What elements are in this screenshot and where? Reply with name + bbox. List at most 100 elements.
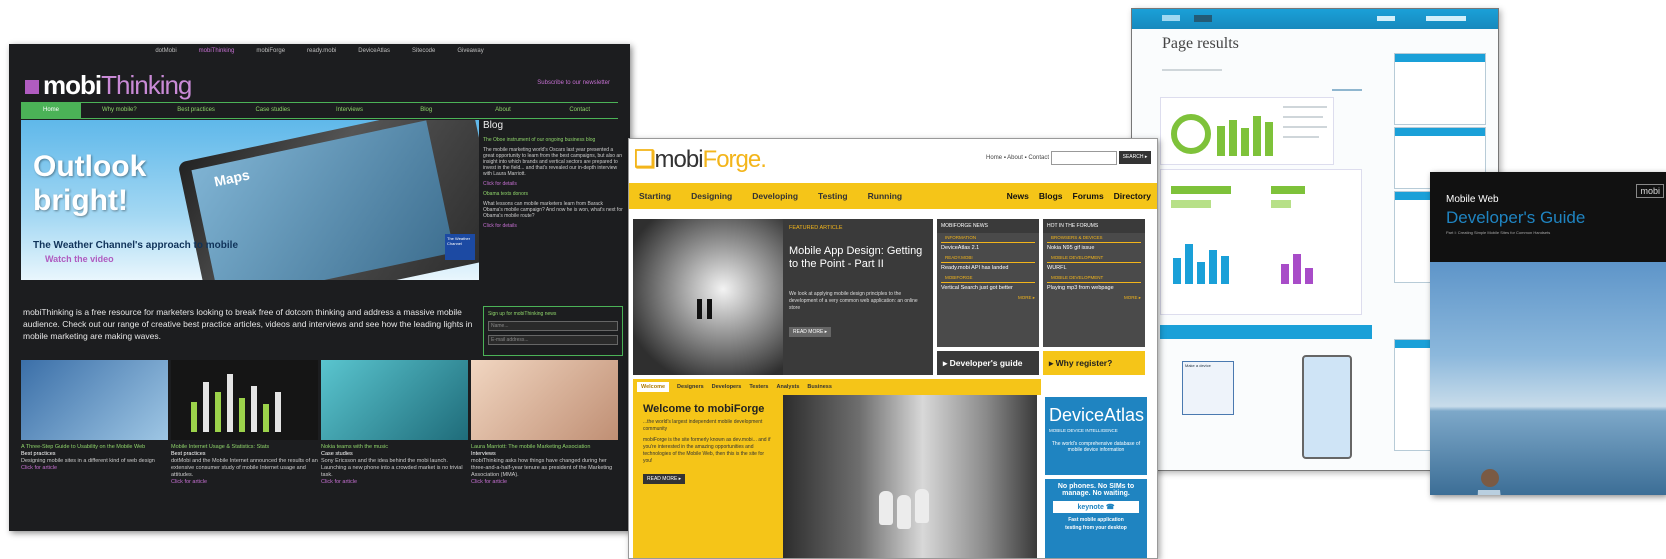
sidebar-box — [1394, 53, 1486, 125]
nav-best-practices[interactable]: Best practices — [158, 103, 235, 118]
welcome-read-more[interactable]: READ MORE ▸ — [643, 474, 686, 484]
tab-testers[interactable]: Testers — [749, 384, 768, 390]
tab-welcome[interactable]: Welcome — [637, 382, 670, 392]
nav-designing[interactable]: Designing — [691, 191, 732, 201]
hero-banner[interactable]: Maps Outlook bright! The Weather Channel… — [21, 120, 479, 280]
watch-video-link[interactable]: Watch the video — [45, 254, 114, 264]
feature-more-link[interactable]: Click for article — [21, 465, 168, 472]
subscribe-link[interactable]: Subscribe to our newsletter — [537, 80, 610, 86]
top-nav-item[interactable]: mobiThinking — [199, 48, 235, 58]
top-nav-item[interactable]: ready.mobi — [307, 48, 336, 58]
keynote-ad[interactable]: No phones. No SIMs to manage. No waiting… — [1045, 479, 1147, 558]
news-more-link[interactable]: MORE ▸ — [937, 293, 1039, 303]
device-table: Make a device — [1182, 361, 1234, 415]
top-nav-item[interactable]: Giveaway — [457, 48, 483, 58]
cover-subtitle: Mobile Web — [1446, 194, 1499, 205]
search-input[interactable] — [1051, 151, 1117, 165]
news-header: MOBIFORGE NEWS — [937, 219, 1039, 233]
feature-more-link[interactable]: Click for article — [171, 479, 318, 486]
feature-text: dotMobi and the Mobile Internet announce… — [171, 458, 318, 478]
forum-item[interactable]: Nokia N95 gif issue — [1043, 243, 1145, 253]
blog-item-link[interactable]: Obama texts donors — [483, 191, 623, 197]
deviceatlas-ad[interactable]: DeviceAtlas MOBILE DEVICE INTELLIGENCE T… — [1045, 397, 1147, 475]
search-button[interactable]: SEARCH ▸ — [1119, 151, 1151, 164]
feature-heading[interactable]: Laura Marriott: The mobile Marketing Ass… — [471, 444, 618, 451]
score-ring-icon — [1171, 114, 1211, 154]
feature-heading[interactable]: Nokia teams with the music — [321, 444, 468, 451]
featured-title[interactable]: Mobile App Design: Getting to the Point … — [789, 245, 925, 271]
top-nav-item[interactable]: Sitecode — [412, 48, 435, 58]
mobi-logo: mobi — [1636, 184, 1664, 198]
welcome-tagline: ...the world's largest independent mobil… — [643, 419, 763, 432]
top-nav: dotMobi mobiThinking mobiForge ready.mob… — [9, 44, 630, 58]
welcome-panel: Welcome to mobiForge ...the world's larg… — [633, 395, 783, 558]
nav-forums[interactable]: Forums — [1073, 191, 1104, 201]
mobiforge-nav: Starting Designing Developing Testing Ru… — [629, 183, 1157, 209]
forum-item[interactable]: Playing mp3 from webpage — [1043, 283, 1145, 293]
email-field[interactable]: E-mail address... — [488, 335, 618, 345]
mobithinking-screenshot: dotMobi mobiThinking mobiForge ready.mob… — [9, 44, 630, 531]
utility-links[interactable]: Home ▪ About ▪ Contact — [986, 155, 1049, 161]
nav-blog[interactable]: Blog — [388, 103, 465, 118]
audience-tabs: Welcome Designers Developers Testers Ana… — [633, 379, 1041, 395]
feature-thumb-nokia[interactable] — [321, 360, 468, 440]
top-nav-item[interactable]: dotMobi — [155, 48, 176, 58]
nav-directory[interactable]: Directory — [1114, 191, 1151, 201]
deviceatlas-logo: DeviceAtlas — [1049, 405, 1145, 425]
forum-item[interactable]: WURFL — [1043, 263, 1145, 273]
top-nav-item[interactable]: DeviceAtlas — [358, 48, 390, 58]
nav-developing[interactable]: Developing — [752, 191, 798, 201]
news-category: READY.MOBI — [941, 253, 1035, 263]
featured-article[interactable]: FEATURED ARTICLE Mobile App Design: Gett… — [633, 219, 933, 375]
nav-why-mobile[interactable]: Why mobile? — [81, 103, 158, 118]
signup-title: Sign up for mobiThinking news — [488, 311, 557, 317]
feature-caption: Laura Marriott: The mobile Marketing Ass… — [471, 444, 618, 486]
cover-title: Developer's Guide — [1446, 208, 1586, 227]
developers-guide-button[interactable]: ▸ Developer's guide — [937, 351, 1039, 375]
nav-contact[interactable]: Contact — [541, 103, 618, 118]
blog-item-more[interactable]: Click for details — [483, 181, 623, 187]
nav-running[interactable]: Running — [868, 191, 902, 201]
nav-testing[interactable]: Testing — [818, 191, 848, 201]
feature-type: Case studies — [321, 451, 353, 457]
featured-read-more[interactable]: READ MORE ▸ — [789, 327, 832, 337]
tunnel-photo — [633, 219, 783, 375]
blog-item-link[interactable]: The Oboe instrument of our ongoing busin… — [483, 137, 623, 143]
mobiforge-logo[interactable]: ❑mobiForge. — [634, 145, 767, 174]
mobithinking-logo[interactable]: mobiThinking — [25, 70, 192, 101]
featured-label: FEATURED ARTICLE — [789, 225, 843, 231]
feature-heading[interactable]: A Three-Step Guide to Usability on the M… — [21, 444, 168, 451]
news-item[interactable]: Ready.mobi API has landed — [937, 263, 1039, 273]
nav-interviews[interactable]: Interviews — [311, 103, 388, 118]
tab-business[interactable]: Business — [807, 384, 831, 390]
nav-home[interactable]: Home — [21, 103, 81, 118]
welcome-title: Welcome to mobiForge — [643, 403, 765, 415]
nav-news[interactable]: News — [1007, 191, 1029, 201]
header-link[interactable] — [1426, 16, 1466, 21]
blog-item-more[interactable]: Click for details — [483, 223, 623, 229]
tab-developers[interactable]: Developers — [712, 384, 742, 390]
feature-thumb-interview[interactable] — [471, 360, 618, 440]
news-item[interactable]: Vertical Search just got better — [937, 283, 1039, 293]
nav-starting[interactable]: Starting — [639, 191, 671, 201]
name-field[interactable]: Name... — [488, 321, 618, 331]
nav-case-studies[interactable]: Case studies — [234, 103, 311, 118]
header-link[interactable] — [1377, 16, 1395, 21]
weather-channel-logo: The Weather Channel — [445, 234, 475, 260]
tab-designers[interactable]: Designers — [677, 384, 704, 390]
feature-thumb-usability[interactable] — [21, 360, 168, 440]
forums-more-link[interactable]: MORE ▸ — [1043, 293, 1145, 303]
news-item[interactable]: DeviceAtlas 2.1 — [937, 243, 1039, 253]
nav-blogs[interactable]: Blogs — [1039, 191, 1063, 201]
blog-title: Blog — [483, 120, 504, 131]
feature-more-link[interactable]: Click for article — [321, 479, 468, 486]
top-nav-item[interactable]: mobiForge — [256, 48, 285, 58]
tab-analysts[interactable]: Analysts — [776, 384, 799, 390]
feature-more-link[interactable]: Click for article — [471, 479, 618, 486]
feature-heading[interactable]: Mobile Internet Usage & Statistics: Stat… — [171, 444, 318, 451]
intro-text: mobiThinking is a free resource for mark… — [23, 307, 473, 341]
nav-about[interactable]: About — [465, 103, 542, 118]
feature-text: mobiThinking asks how things have change… — [471, 458, 613, 478]
feature-thumb-stats[interactable] — [171, 360, 318, 440]
why-register-button[interactable]: ▸ Why register? — [1043, 351, 1145, 375]
